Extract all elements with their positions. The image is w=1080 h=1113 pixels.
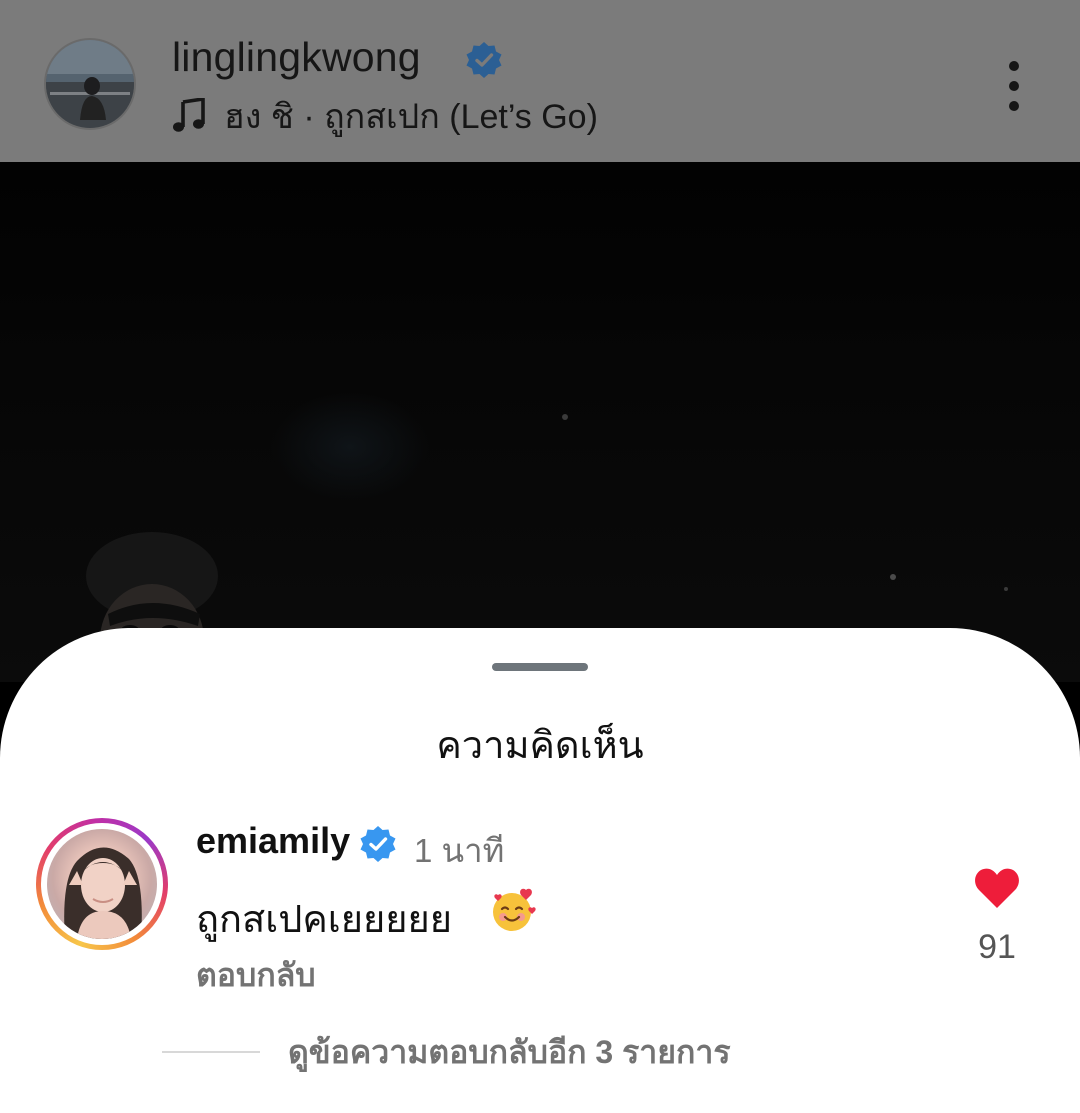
- post-header: linglingkwong ฮง ชิ · ถูกสเปก (Let’s Go): [0, 0, 1080, 162]
- heart-icon[interactable]: [973, 866, 1021, 910]
- smiling-face-with-hearts-icon: [493, 888, 536, 931]
- verified-badge-icon: [466, 42, 502, 78]
- like-count: 91: [978, 928, 1016, 966]
- photo-light: [890, 574, 896, 580]
- photo-haze: [270, 392, 430, 502]
- music-note-icon: [173, 98, 205, 132]
- post-photo: [0, 162, 1080, 682]
- reply-button[interactable]: ตอบกลับ: [196, 950, 316, 1001]
- commenter-avatar-photo: [47, 829, 157, 939]
- comments-sheet: ความคิดเห็น emiamily 1 นาที ถูกสเปคเยยยย…: [0, 628, 1080, 1113]
- photo-light: [1004, 587, 1008, 591]
- comment-timestamp: 1 นาที: [414, 832, 505, 869]
- author-avatar[interactable]: [46, 40, 134, 128]
- sheet-title: ความคิดเห็น: [436, 725, 644, 767]
- author-username[interactable]: linglingkwong: [172, 34, 421, 81]
- sheet-drag-handle[interactable]: [492, 663, 588, 671]
- replies-divider-line: [162, 1051, 260, 1053]
- commenter-avatar[interactable]: [36, 818, 168, 950]
- more-options-icon[interactable]: [996, 58, 1032, 114]
- comment-text: ถูกสเปคเยยยยย: [196, 899, 453, 941]
- song-title: ฮง ชิ · ถูกสเปก (Let’s Go): [224, 98, 598, 136]
- music-track[interactable]: ฮง ชิ · ถูกสเปก (Let’s Go): [172, 94, 598, 138]
- view-more-replies-label: ดูข้อความตอบกลับอีก 3 รายการ: [288, 1033, 731, 1070]
- view-more-replies-button[interactable]: ดูข้อความตอบกลับอีก 3 รายการ: [162, 1030, 731, 1074]
- verified-badge-icon: [360, 826, 396, 862]
- commenter-username[interactable]: emiamily: [196, 820, 350, 862]
- photo-light: [562, 414, 568, 420]
